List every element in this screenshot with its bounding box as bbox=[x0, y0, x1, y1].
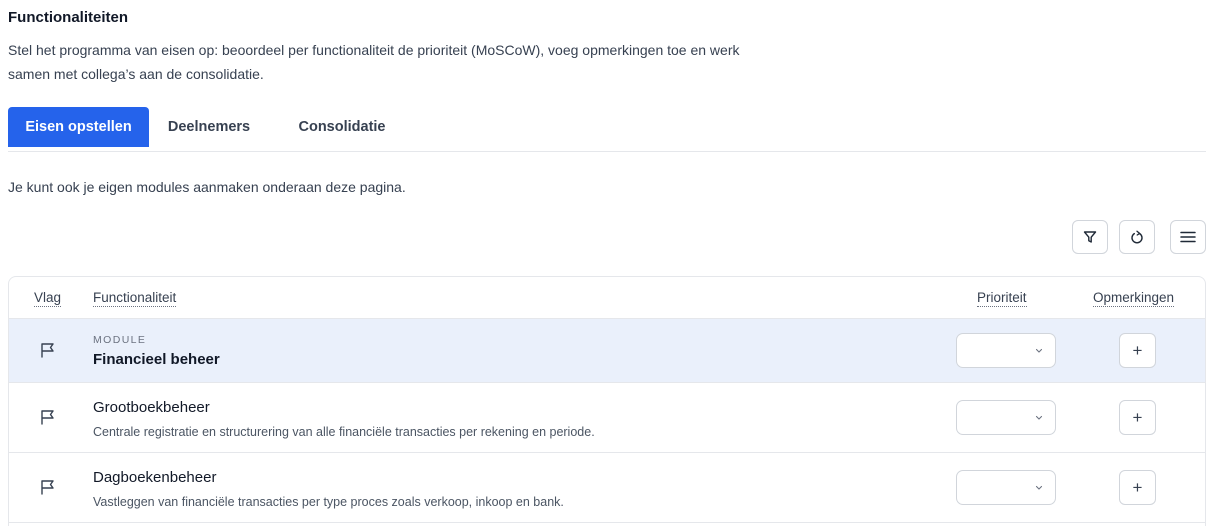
tab-consolidatie[interactable]: Consolidatie bbox=[284, 107, 400, 147]
menu-button[interactable] bbox=[1170, 220, 1206, 254]
flag-icon[interactable] bbox=[39, 478, 57, 496]
add-remark-button[interactable]: + bbox=[1119, 400, 1156, 435]
module-name: Financieel beheer bbox=[93, 351, 220, 368]
column-header-remarks[interactable]: Opmerkingen bbox=[1093, 289, 1175, 307]
hint-text: Je kunt ook je eigen modules aanmaken on… bbox=[8, 179, 406, 195]
module-tag: MODULE bbox=[93, 334, 147, 346]
functionality-name: Grootboekbeheer bbox=[93, 399, 210, 416]
column-header-priority[interactable]: Prioriteit bbox=[977, 289, 1027, 307]
tab-deelnemers[interactable]: Deelnemers bbox=[158, 107, 260, 147]
module-row: MODULE Financieel beheer + bbox=[9, 319, 1205, 383]
add-remark-button[interactable]: + bbox=[1119, 470, 1156, 505]
table-row: Grootboekbeheer Centrale registratie en … bbox=[9, 383, 1205, 453]
priority-select[interactable] bbox=[956, 470, 1056, 505]
priority-select[interactable] bbox=[956, 400, 1056, 435]
functionality-description: Vastleggen van financiële transacties pe… bbox=[93, 495, 564, 509]
column-header-flag[interactable]: Vlag bbox=[34, 289, 62, 307]
page-intro: Stel het programma van eisen op: beoorde… bbox=[8, 42, 740, 82]
menu-icon bbox=[1180, 231, 1196, 243]
column-header-functionality[interactable]: Functionaliteit bbox=[93, 289, 177, 307]
filter-button[interactable] bbox=[1072, 220, 1108, 254]
chevron-down-icon bbox=[1035, 348, 1043, 353]
tab-eisen-opstellen[interactable]: Eisen opstellen bbox=[8, 107, 149, 147]
functionality-name: Dagboekenbeheer bbox=[93, 469, 217, 486]
table-header: Vlag Functionaliteit Prioriteit Opmerkin… bbox=[9, 277, 1205, 319]
table-row: Dagboekenbeheer Vastleggen van financiël… bbox=[9, 453, 1205, 523]
flag-icon[interactable] bbox=[39, 341, 57, 359]
functionality-description: Centrale registratie en structurering va… bbox=[93, 425, 595, 439]
chevron-down-icon bbox=[1035, 415, 1043, 420]
tab-bar: Eisen opstellen Deelnemers Consolidatie bbox=[8, 106, 1206, 152]
page-title: Functionaliteiten bbox=[8, 9, 128, 26]
reset-button[interactable] bbox=[1119, 220, 1155, 254]
reset-icon bbox=[1131, 230, 1143, 244]
filter-icon bbox=[1083, 231, 1097, 243]
requirements-table: Vlag Functionaliteit Prioriteit Opmerkin… bbox=[8, 276, 1206, 526]
priority-select[interactable] bbox=[956, 333, 1056, 368]
flag-icon[interactable] bbox=[39, 408, 57, 426]
chevron-down-icon bbox=[1035, 485, 1043, 490]
add-remark-button[interactable]: + bbox=[1119, 333, 1156, 368]
